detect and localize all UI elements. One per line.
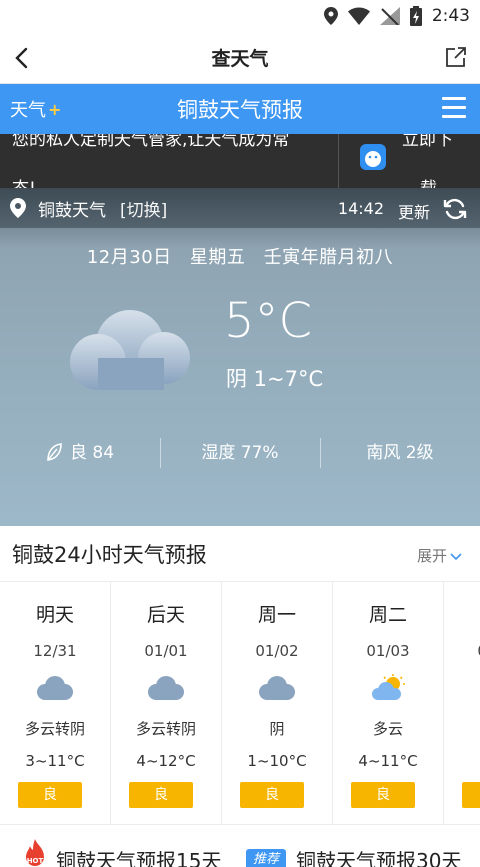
day-temperature: 1~10°C	[247, 752, 307, 770]
air-quality-badge: 良	[351, 782, 415, 808]
day-date: 12/31	[33, 642, 77, 660]
day-name: 周三	[444, 600, 480, 627]
forecast-day-card[interactable]: 后天 01/01 多云转阴 4~12°C 良	[111, 582, 222, 824]
ad-text-line2: 态!	[12, 174, 36, 188]
switch-city-link[interactable]: [切换]	[120, 196, 167, 221]
logo-plus: +	[48, 99, 62, 119]
forecast-day-card[interactable]: 周三 01/04 阴 7~ 良	[444, 582, 480, 824]
hamburger-menu-icon[interactable]	[442, 97, 466, 119]
share-icon[interactable]	[444, 45, 468, 69]
signal-icon	[379, 7, 400, 25]
refresh-icon[interactable]	[442, 196, 468, 222]
cloud-icon	[37, 676, 73, 700]
daily-forecast-list[interactable]: 明天 12/31 多云转阴 3~11°C 良 后天 01/01 多云转阴 4~1…	[0, 582, 480, 825]
weather-stats-row: 良 84 湿度 77% 南风 2级	[0, 436, 480, 470]
date-row: 12月30日 星期五 壬寅年腊月初八	[0, 243, 480, 269]
forecast-day-card[interactable]: 周二 01/03 多云 4~11°C 良	[333, 582, 444, 824]
weekday: 星期五	[189, 247, 246, 268]
day-name: 周一	[257, 604, 296, 626]
expand-button[interactable]: 展开	[417, 545, 462, 566]
related-links: HOT 铜鼓天气预报15天 推荐 铜鼓天气预报30天	[0, 825, 480, 867]
site-logo[interactable]: 天气 +	[10, 96, 61, 122]
cloud-icon	[70, 310, 190, 390]
day-date: 01/04	[444, 642, 480, 660]
ad-banner[interactable]: 您的私人定制天气管家,让天气成为常 态! 立即下 载	[0, 134, 480, 188]
day-temperature: 7~	[444, 752, 480, 770]
wind-stat: 南风 2级	[320, 436, 480, 470]
location-pin-icon	[10, 198, 26, 218]
forecast-day-card[interactable]: 明天 12/31 多云转阴 3~11°C 良	[0, 582, 111, 824]
air-quality-stat: 良 84	[0, 436, 160, 470]
status-bar: 2:43	[0, 0, 480, 32]
update-time: 14:42	[337, 199, 384, 218]
location-status-icon	[323, 7, 338, 25]
forecast-15-days-link[interactable]: 铜鼓天气预报15天	[56, 845, 221, 867]
day-weather: 多云转阴	[24, 720, 85, 738]
air-quality-badge: 良	[462, 782, 480, 808]
battery-icon	[409, 6, 422, 26]
update-label: 更新	[397, 203, 430, 222]
day-name: 后天	[146, 604, 185, 626]
site-header: 天气 + 铜鼓天气预报	[0, 84, 480, 134]
sun-cloud-icon	[372, 674, 405, 700]
leaf-icon	[47, 443, 62, 461]
day-weather: 多云转阴	[135, 720, 196, 738]
day-date: 01/03	[366, 642, 410, 660]
day-weather: 多云	[372, 720, 403, 738]
recommend-badge: 推荐	[246, 849, 287, 867]
page-title: 查天气	[211, 48, 269, 70]
humidity-stat: 湿度 77%	[160, 436, 320, 470]
current-temperature: 5°C	[224, 293, 313, 349]
status-time: 2:43	[431, 6, 470, 26]
cloud-icon	[259, 676, 295, 700]
forecast-30-days-link[interactable]: 铜鼓天气预报30天	[296, 845, 461, 867]
app-nav-bar: 查天气	[0, 32, 480, 84]
download-button-text1: 立即下	[402, 134, 453, 150]
air-quality-badge: 良	[240, 782, 304, 808]
day-temperature: 3~11°C	[25, 752, 85, 770]
day-date: 01/02	[255, 642, 299, 660]
download-button-text2: 载	[420, 174, 437, 188]
app-icon	[360, 144, 386, 170]
chevron-down-icon	[450, 553, 462, 561]
date: 12月30日	[86, 247, 172, 268]
city-name: 铜鼓天气	[38, 200, 106, 221]
day-date: 01/01	[144, 642, 188, 660]
ad-divider	[338, 134, 339, 188]
location-row: 铜鼓天气 [切换] 14:42 更新	[0, 188, 480, 228]
cloud-icon	[148, 676, 184, 700]
day-name: 明天	[35, 604, 74, 626]
site-title: 铜鼓天气预报	[177, 98, 303, 122]
day-name: 周二	[368, 604, 407, 626]
forecast-header: 铜鼓24小时天气预报 展开	[0, 526, 480, 582]
hot-label: HOT	[27, 857, 44, 865]
air-quality-badge: 良	[18, 782, 82, 808]
wifi-icon	[347, 7, 370, 25]
day-weather: 阴	[269, 720, 285, 738]
day-temperature: 4~11°C	[358, 752, 418, 770]
day-weather: 阴	[444, 718, 480, 739]
condition-and-range: 阴 1~7°C	[226, 367, 324, 391]
day-temperature: 4~12°C	[136, 752, 196, 770]
forecast-title: 铜鼓24小时天气预报	[12, 542, 207, 567]
current-weather-panel: 铜鼓天气 [切换] 14:42 更新 12月30日 星期五 壬寅年腊月初八 5°…	[0, 188, 480, 526]
hot-flame-icon: HOT	[26, 839, 44, 866]
ad-text-line1: 您的私人定制天气管家,让天气成为常	[12, 134, 290, 150]
air-quality-badge: 良	[129, 782, 193, 808]
forecast-day-card[interactable]: 周一 01/02 阴 1~10°C 良	[222, 582, 333, 824]
back-arrow-icon[interactable]	[10, 45, 36, 71]
lunar-date: 壬寅年腊月初八	[263, 247, 394, 268]
